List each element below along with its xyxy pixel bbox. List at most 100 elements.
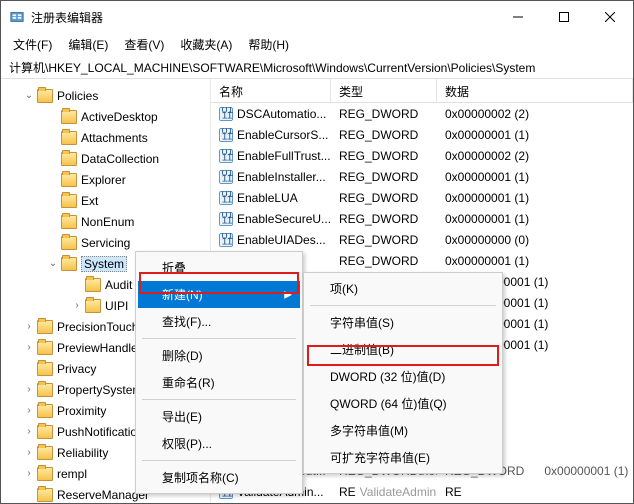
close-button[interactable] — [587, 1, 633, 33]
folder-icon — [37, 404, 53, 418]
reg-dword-icon: 011110 — [219, 191, 233, 205]
tree-item-label: Audit — [105, 278, 132, 292]
menu-item[interactable]: DWORD (32 位)值(D) — [306, 363, 500, 390]
folder-icon — [37, 341, 53, 355]
menu-item[interactable]: 项(K) — [306, 275, 500, 302]
tree-item-activedesktop[interactable]: ActiveDesktop — [1, 106, 210, 127]
chevron-right-icon[interactable]: › — [23, 342, 35, 353]
tree-item-label: Explorer — [81, 173, 126, 187]
value-type: REValidateAdmin... — [331, 485, 437, 499]
tree-item-explorer[interactable]: Explorer — [1, 169, 210, 190]
tree-item-label: ActiveDesktop — [81, 110, 158, 124]
menu-item[interactable]: 查找(F)... — [138, 308, 300, 335]
submenu-arrow-icon: ▶ — [284, 289, 292, 300]
menu-file[interactable]: 文件(F) — [5, 33, 60, 56]
tree-item-label: System — [81, 256, 127, 272]
folder-icon — [37, 383, 53, 397]
col-type[interactable]: 类型 — [331, 79, 437, 102]
value-type: REG_DWORD — [331, 233, 437, 247]
maximize-button[interactable] — [541, 1, 587, 33]
app-icon — [9, 9, 25, 25]
tree-item-label: PropertySystem — [57, 383, 142, 397]
folder-icon — [61, 131, 77, 145]
tree-item-policies[interactable]: ⌄ Policies — [1, 85, 210, 106]
chevron-right-icon[interactable]: › — [23, 468, 35, 479]
list-row[interactable]: 011110DSCAutomatio...REG_DWORD0x00000002… — [211, 103, 633, 124]
menu-item[interactable]: 多字符串值(M) — [306, 417, 500, 444]
tree-item-label: Servicing — [81, 236, 130, 250]
value-name: DSCAutomatio... — [237, 107, 326, 121]
col-data[interactable]: 数据 — [437, 79, 633, 102]
value-data: 0x00000001 (1) — [437, 170, 633, 184]
svg-text:110: 110 — [222, 109, 233, 121]
list-row[interactable]: 011110EnableUIADes...REG_DWORD0x00000000… — [211, 229, 633, 250]
tree-item-label: Proximity — [57, 404, 106, 418]
list-row[interactable]: 011110EnableFullTrust...REG_DWORD0x00000… — [211, 145, 633, 166]
tree-item-label: Attachments — [81, 131, 148, 145]
value-data: 0x00000000 (0) — [437, 233, 633, 247]
svg-text:110: 110 — [222, 214, 233, 226]
folder-icon — [61, 194, 77, 208]
menu-separator — [142, 460, 296, 461]
value-type: REG_DWORD — [331, 254, 437, 268]
svg-text:110: 110 — [222, 151, 233, 163]
svg-text:110: 110 — [222, 193, 233, 205]
menu-item[interactable]: 删除(D) — [138, 342, 300, 369]
menu-item[interactable]: 二进制值(B) — [306, 336, 500, 363]
chevron-right-icon[interactable]: › — [71, 300, 83, 311]
value-data: 0x00000001 (1) — [437, 191, 633, 205]
value-type: REG_DWORD — [331, 107, 437, 121]
menu-separator — [142, 399, 296, 400]
value-name: EnableUIADes... — [237, 233, 326, 247]
chevron-right-icon[interactable]: › — [23, 384, 35, 395]
tree-item-datacollection[interactable]: DataCollection — [1, 148, 210, 169]
chevron-right-icon[interactable]: › — [23, 405, 35, 416]
tree-item-attachments[interactable]: Attachments — [1, 127, 210, 148]
list-row[interactable]: 011110EnableSecureU...REG_DWORD0x0000000… — [211, 208, 633, 229]
folder-icon — [61, 110, 77, 124]
list-row[interactable]: 011110EnableCursorS...REG_DWORD0x0000000… — [211, 124, 633, 145]
context-menu-new[interactable]: 项(K) 字符串值(S)二进制值(B)DWORD (32 位)值(D)QWORD … — [303, 272, 503, 474]
minimize-button[interactable] — [495, 1, 541, 33]
folder-icon — [37, 320, 53, 334]
menu-separator — [142, 338, 296, 339]
menu-edit[interactable]: 编辑(E) — [60, 33, 116, 56]
chevron-down-icon[interactable]: ⌄ — [23, 90, 35, 101]
menu-item[interactable]: 新建(N)▶ — [138, 281, 300, 308]
value-name: EnableLUA — [237, 191, 298, 205]
menu-item[interactable]: 权限(P)... — [138, 430, 300, 457]
folder-icon — [37, 446, 53, 460]
tree-item-nonenum[interactable]: NonEnum — [1, 211, 210, 232]
address-bar[interactable]: 计算机\HKEY_LOCAL_MACHINE\SOFTWARE\Microsof… — [1, 57, 633, 79]
tree-item-label: UIPI — [105, 299, 128, 313]
value-name: EnableSecureU... — [237, 212, 331, 226]
chevron-right-icon[interactable]: › — [23, 447, 35, 458]
value-type: REG_DWORD — [331, 212, 437, 226]
tree-item-label: Policies — [57, 89, 98, 103]
chevron-right-icon[interactable]: › — [23, 321, 35, 332]
menu-item[interactable]: 折叠 — [138, 254, 300, 281]
value-name: EnableInstaller... — [237, 170, 326, 184]
menu-view[interactable]: 查看(V) — [116, 33, 172, 56]
tree-item-label: Privacy — [57, 362, 96, 376]
tree-item-label: rempl — [57, 467, 87, 481]
chevron-right-icon[interactable]: › — [23, 426, 35, 437]
menu-item[interactable]: 可扩充字符串值(E) — [306, 444, 500, 471]
list-header: 名称 类型 数据 — [211, 79, 633, 103]
menu-item[interactable]: 导出(E) — [138, 403, 300, 430]
menu-item[interactable]: 字符串值(S) — [306, 309, 500, 336]
menu-item[interactable]: QWORD (64 位)值(Q) — [306, 390, 500, 417]
folder-icon — [37, 362, 53, 376]
list-row[interactable]: 011110EnableInstaller...REG_DWORD0x00000… — [211, 166, 633, 187]
tree-item-servicing[interactable]: Servicing — [1, 232, 210, 253]
col-name[interactable]: 名称 — [211, 79, 331, 102]
chevron-down-icon[interactable]: ⌄ — [47, 258, 59, 269]
menu-item[interactable]: 重命名(R) — [138, 369, 300, 396]
menu-favorites[interactable]: 收藏夹(A) — [172, 33, 240, 56]
menu-help[interactable]: 帮助(H) — [240, 33, 297, 56]
tree-item-ext[interactable]: Ext — [1, 190, 210, 211]
list-row[interactable]: 011110EnableLUAREG_DWORD0x00000001 (1) — [211, 187, 633, 208]
menu-item[interactable]: 复制项名称(C) — [138, 464, 300, 491]
context-menu-main[interactable]: 折叠新建(N)▶查找(F)... 删除(D)重命名(R) 导出(E)权限(P)...… — [135, 251, 303, 494]
value-name: EnableCursorS... — [237, 128, 328, 142]
